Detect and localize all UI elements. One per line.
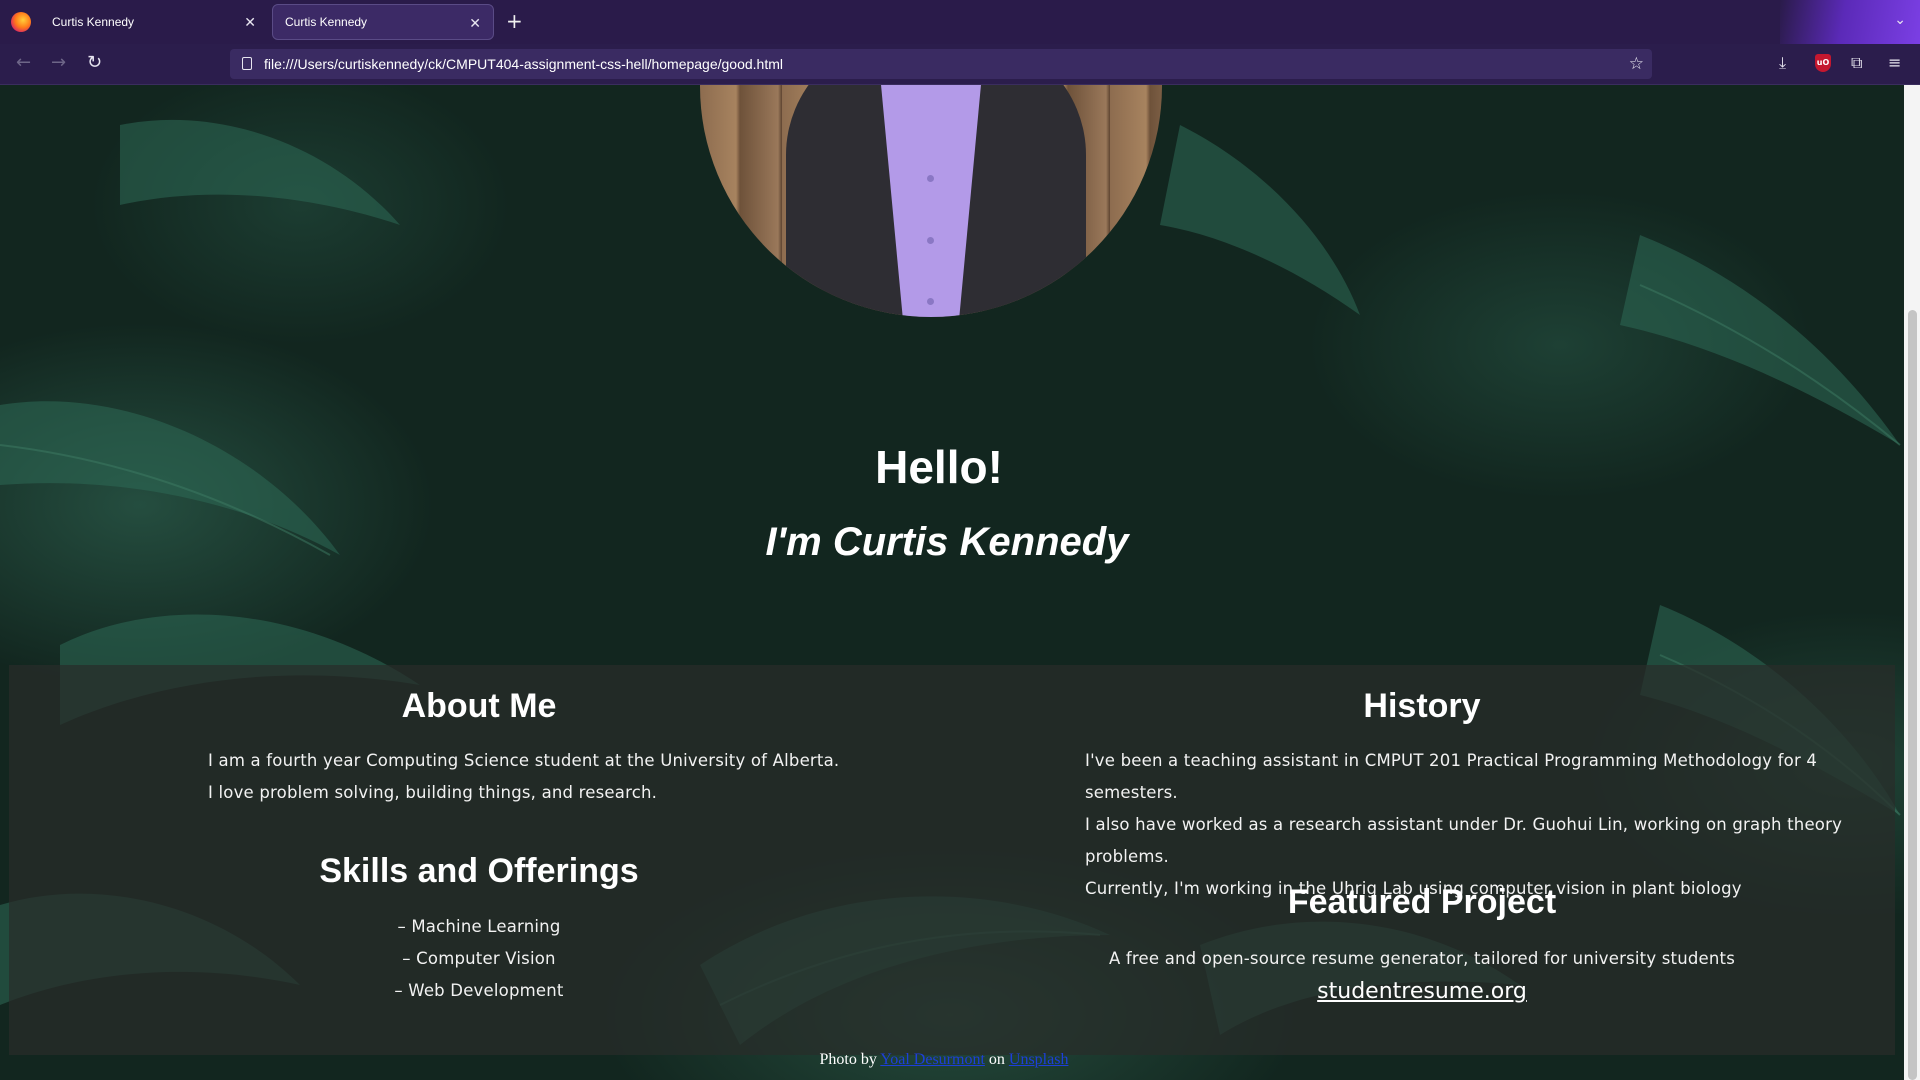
chevron-down-icon[interactable]: ⌄ <box>1894 12 1906 28</box>
intro-heading: I'm Curtis Kennedy <box>765 520 1129 564</box>
ublock-origin-icon[interactable]: uO <box>1815 54 1831 72</box>
forward-arrow-icon[interactable]: → <box>51 52 66 74</box>
skills-heading: Skills and Offerings <box>319 852 639 890</box>
tab-active[interactable]: Curtis Kennedy ✕ <box>272 4 494 40</box>
about-heading: About Me <box>401 687 557 725</box>
credit-prefix: Photo by <box>819 1051 877 1068</box>
featured-heading: Featured Project <box>1287 883 1557 921</box>
shirt-button <box>927 298 934 305</box>
download-icon[interactable]: ⤓ <box>1779 53 1786 73</box>
skill-item: – Machine Learning <box>397 917 561 936</box>
tab-bar: Curtis Kennedy ✕ Curtis Kennedy ✕ + ⌄ <box>0 0 1920 44</box>
about-text: I am a fourth year Computing Science stu… <box>208 745 839 809</box>
url-bar[interactable]: file:///Users/curtiskennedy/ck/CMPUT404-… <box>230 49 1652 79</box>
history-heading: History <box>1363 687 1481 725</box>
about-line: I am a fourth year Computing Science stu… <box>208 751 840 770</box>
history-text: I've been a teaching assistant in CMPUT … <box>1085 745 1895 905</box>
about-line: I love problem solving, building things,… <box>208 783 658 802</box>
navigation-bar: ← → ↻ file:///Users/curtiskennedy/ck/CMP… <box>0 44 1920 85</box>
close-icon[interactable]: ✕ <box>244 14 256 31</box>
shirt-button <box>927 237 934 244</box>
skill-item: – Web Development <box>394 981 564 1000</box>
reload-icon[interactable]: ↻ <box>87 52 102 74</box>
close-icon[interactable]: ✕ <box>469 15 481 32</box>
history-line: I also have worked as a research assista… <box>1085 815 1843 866</box>
page-icon <box>242 57 252 70</box>
scrollbar-thumb[interactable] <box>1908 310 1917 1080</box>
greeting-heading: Hello! <box>875 441 1003 493</box>
credit-middle: on <box>988 1051 1005 1068</box>
tab-title: Curtis Kennedy <box>52 15 135 29</box>
info-panel: About Me I am a fourth year Computing Sc… <box>9 665 1895 1055</box>
back-arrow-icon[interactable]: ← <box>16 52 31 74</box>
extensions-icon[interactable]: ⧉ <box>1851 53 1862 73</box>
hamburger-menu-icon[interactable]: ≡ <box>1888 53 1901 73</box>
unsplash-link[interactable]: Unsplash <box>1009 1051 1069 1068</box>
url-text[interactable]: file:///Users/curtiskennedy/ck/CMPUT404-… <box>264 56 783 72</box>
skills-list: – Machine Learning – Computer Vision – W… <box>9 911 949 1007</box>
photo-credit: Photo by Yoal Desurmont on Unsplash <box>0 1051 1888 1069</box>
new-tab-button[interactable]: + <box>506 9 523 33</box>
tab-title: Curtis Kennedy <box>285 15 368 29</box>
history-line: I've been a teaching assistant in CMPUT … <box>1085 751 1818 802</box>
photographer-link[interactable]: Yoal Desurmont <box>880 1051 985 1068</box>
tab-inactive[interactable]: Curtis Kennedy ✕ <box>40 4 264 40</box>
firefox-icon[interactable] <box>11 12 31 32</box>
featured-description: A free and open-source resume generator,… <box>1108 949 1736 968</box>
skill-item: – Computer Vision <box>402 949 556 968</box>
bookmark-star-icon[interactable]: ☆ <box>1629 49 1644 79</box>
page-viewport: Hello! I'm Curtis Kennedy About Me I am … <box>0 85 1904 1080</box>
featured-project-link[interactable]: studentresume.org <box>949 979 1895 1004</box>
shirt-button <box>927 175 934 182</box>
